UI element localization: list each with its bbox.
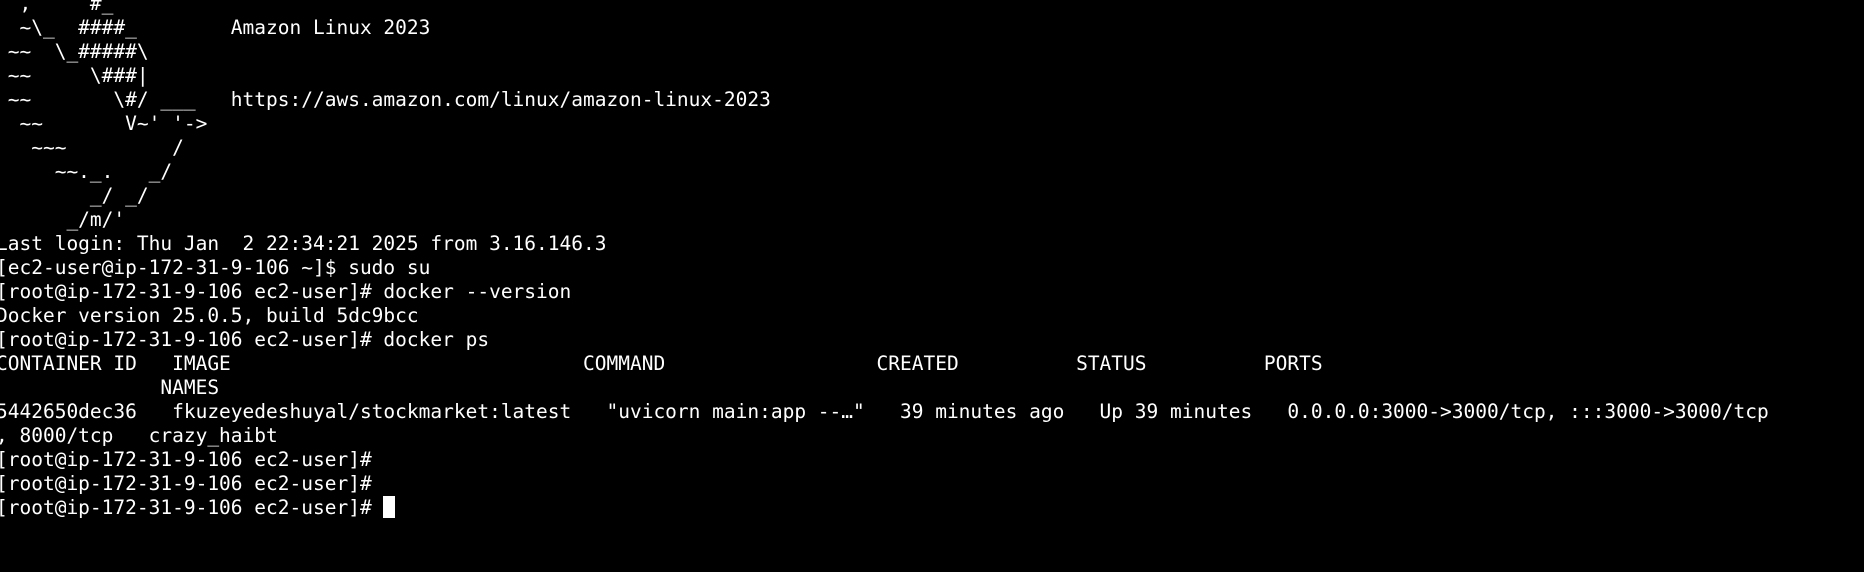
docker-ps-header-wrap: NAMES xyxy=(0,376,220,399)
terminal-line: ~~ \###| xyxy=(0,64,149,87)
terminal-output: , #_ ~\_ ####_ Amazon Linux 2023 ~~ \_##… xyxy=(0,0,1769,520)
docker-ps-row: 5442650dec36 fkuzeyedeshuyal/stockmarket… xyxy=(0,400,1769,423)
terminal-line: ~~._. _/ xyxy=(0,160,173,183)
terminal-line: , #_ xyxy=(0,0,114,15)
terminal-line: _/m/' xyxy=(0,208,126,231)
prompt-line: [root@ip-172-31-9-106 ec2-user]# xyxy=(0,472,372,495)
prompt-line: [root@ip-172-31-9-106 ec2-user]# xyxy=(0,448,372,471)
terminal-line: ~~ \_#####\ xyxy=(0,40,149,63)
command-line: [root@ip-172-31-9-106 ec2-user]# docker … xyxy=(0,328,490,351)
terminal-window[interactable]: , #_ ~\_ ####_ Amazon Linux 2023 ~~ \_##… xyxy=(0,0,1864,572)
terminal-line: ~~ \#/ ___ https://aws.amazon.com/linux/… xyxy=(0,88,771,111)
terminal-line: ~~~ / xyxy=(0,136,184,159)
docker-ps-row-wrap: , 8000/tcp crazy_haibt xyxy=(0,424,278,447)
active-prompt-text: [root@ip-172-31-9-106 ec2-user]# xyxy=(0,496,384,519)
active-prompt-line[interactable]: [root@ip-172-31-9-106 ec2-user]# xyxy=(0,496,1769,520)
command-output-line: Docker version 25.0.5, build 5dc9bcc xyxy=(0,304,419,327)
command-line: [ec2-user@ip-172-31-9-106 ~]$ sudo su xyxy=(0,256,431,279)
text-cursor xyxy=(383,496,396,518)
terminal-line: _/ _/ xyxy=(0,184,149,207)
docker-ps-header: CONTAINER ID IMAGE COMMAND CREATED STATU… xyxy=(0,352,1323,375)
terminal-line: ~~ V~' '-> xyxy=(0,112,208,135)
command-line: [root@ip-172-31-9-106 ec2-user]# docker … xyxy=(0,280,572,303)
terminal-line: ~\_ ####_ Amazon Linux 2023 xyxy=(0,16,431,39)
last-login-line: Last login: Thu Jan 2 22:34:21 2025 from… xyxy=(0,232,607,255)
